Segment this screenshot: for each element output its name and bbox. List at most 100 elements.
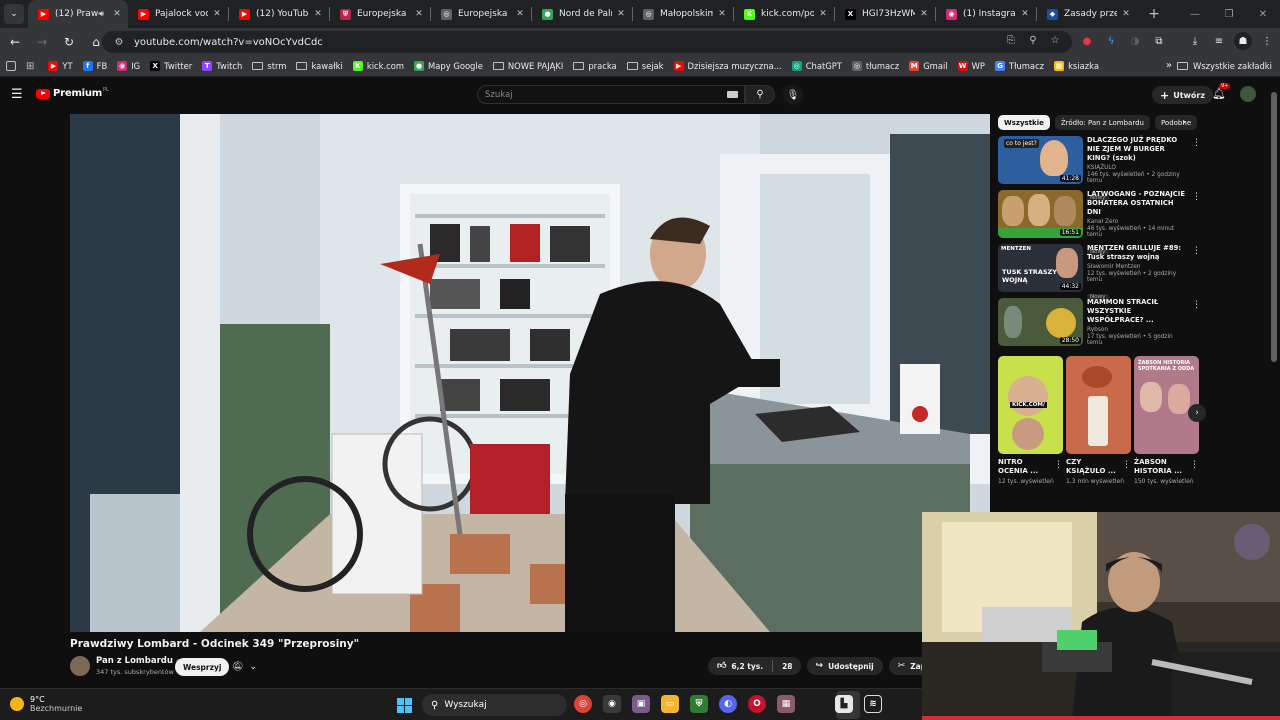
notifications-button[interactable]: 🔔︎ 9+ bbox=[1212, 83, 1231, 100]
video-player[interactable] bbox=[70, 114, 990, 632]
reload-button[interactable]: ↻ bbox=[57, 30, 81, 54]
video-channel[interactable]: KSIĄŻULO bbox=[1087, 165, 1187, 171]
tab-audio-icon[interactable]: 🔊︎ bbox=[99, 9, 104, 19]
address-bar[interactable]: ⚙ youtube.com/watch?v=voNOcYvdCdc ⎘ ⚲ ☆ bbox=[102, 31, 1072, 53]
video-channel[interactable]: Rybson bbox=[1087, 327, 1187, 333]
recommended-video[interactable]: co to jest? 41:28 DLACZEGO JUŻ PRĘDKO NIE … bbox=[998, 136, 1201, 201]
filter-chip[interactable]: Wszystkie bbox=[998, 115, 1050, 130]
bookmark-item[interactable]: Kkick.com bbox=[352, 61, 404, 71]
browser-tab[interactable]: Kkick.com/popo ✕ bbox=[734, 0, 834, 28]
close-window-icon[interactable]: ✕ bbox=[1246, 9, 1280, 20]
install-app-icon[interactable]: ⎘ bbox=[1004, 35, 1018, 46]
bookmark-item[interactable]: ● Mapy Google bbox=[414, 61, 483, 71]
bookmark-item[interactable]: M Gmail bbox=[909, 61, 948, 71]
video-channel[interactable]: Kanał Zero bbox=[1087, 219, 1187, 225]
page-scrollbar[interactable] bbox=[1271, 92, 1277, 362]
short-thumbnail[interactable]: KICK.COM/ bbox=[998, 356, 1063, 454]
extensions-puzzle-icon[interactable]: ⧉ bbox=[1150, 32, 1168, 50]
more-actions-icon[interactable]: ⋮ bbox=[1054, 460, 1063, 470]
shorts-next-button[interactable]: › bbox=[1188, 404, 1206, 422]
apps-grid-icon[interactable]: ⊞ bbox=[26, 61, 34, 72]
tab-close-icon[interactable]: ✕ bbox=[1020, 9, 1030, 19]
bookmark-item[interactable]: ◎ tłumacz bbox=[851, 61, 899, 71]
more-actions-icon[interactable]: ⋮ bbox=[1192, 300, 1201, 310]
bookmark-item[interactable]: X Twitter bbox=[150, 61, 192, 71]
short-title[interactable]: ŻABSON HISTORIA ... bbox=[1134, 458, 1188, 476]
subscribed-notifications-button[interactable]: 🔕︎ ⌄ bbox=[226, 659, 263, 675]
browser-tab[interactable]: ▶ Pajalock vod z ✕ bbox=[128, 0, 228, 28]
browser-tab[interactable]: ◎ Europejska Kar ✕ bbox=[431, 0, 531, 28]
video-thumbnail[interactable]: 28:50 bbox=[998, 298, 1083, 346]
bookmark-item[interactable]: ▦ ksiazka bbox=[1054, 61, 1099, 71]
minimize-icon[interactable]: — bbox=[1178, 9, 1212, 20]
new-tab-button[interactable]: + bbox=[1143, 6, 1165, 22]
bookmark-item[interactable]: kawałki bbox=[296, 61, 343, 71]
browser-tab[interactable]: ⛨ Europejska Kar ✕ bbox=[330, 0, 430, 28]
tab-close-icon[interactable]: ✕ bbox=[717, 9, 727, 19]
video-thumbnail[interactable]: co to jest? 41:28 bbox=[998, 136, 1083, 184]
bookmark-item[interactable]: sejak bbox=[626, 61, 664, 71]
channel-avatar[interactable] bbox=[70, 656, 90, 676]
tab-close-icon[interactable]: ✕ bbox=[112, 9, 122, 19]
more-actions-icon[interactable]: ⋮ bbox=[1192, 246, 1201, 256]
profile-avatar-icon[interactable]: ☗ bbox=[1234, 32, 1252, 50]
windows-start-icon[interactable] bbox=[397, 698, 412, 713]
short-thumbnail[interactable]: ŻABSON HISTORIA SPOTKANIA Z ODDA bbox=[1134, 356, 1199, 454]
more-actions-icon[interactable]: ⋮ bbox=[1192, 192, 1201, 202]
discord-icon[interactable]: ◐ bbox=[719, 695, 737, 713]
site-info-icon[interactable]: ⚙ bbox=[110, 37, 128, 48]
browser-tab[interactable]: ◉ (1) Instagram ✕ bbox=[936, 0, 1036, 28]
extension-circle-icon[interactable]: ◑ bbox=[1126, 32, 1144, 50]
tab-close-icon[interactable]: ✕ bbox=[818, 9, 828, 19]
browser-tab[interactable]: X HGI73HzWMA ✕ bbox=[835, 0, 935, 28]
download-icon[interactable]: ⤓ bbox=[1186, 32, 1204, 50]
tab-search-menu-icon[interactable]: ⌄ bbox=[4, 4, 24, 24]
video-title[interactable]: MENTZEN GRILLUJE #89: Tusk straszy wojną bbox=[1087, 244, 1187, 262]
bookmark-item[interactable]: G Tłumacz bbox=[994, 61, 1044, 71]
tab-close-icon[interactable]: ✕ bbox=[414, 9, 424, 19]
youtube-premium-logo[interactable]: Premium PL bbox=[36, 87, 109, 99]
tab-close-icon[interactable]: ✕ bbox=[616, 9, 626, 19]
bookmark-item[interactable]: ◉ IG bbox=[117, 61, 140, 71]
filter-chip[interactable]: Podobne bbox=[1154, 115, 1198, 130]
brave-icon[interactable]: ⛨ bbox=[690, 695, 708, 713]
opera-icon[interactable]: O bbox=[748, 695, 766, 713]
bookmark-item[interactable]: ▶ YT bbox=[48, 61, 73, 71]
bookmark-item[interactable]: T Twitch bbox=[202, 61, 242, 71]
tab-groups-icon[interactable] bbox=[6, 61, 16, 71]
search-button[interactable]: ⚲ bbox=[745, 85, 775, 104]
browser-tab[interactable]: ▶ (12) Prawd🔊︎ ✕ bbox=[28, 0, 128, 28]
filter-chip[interactable]: Źródło: Pan z Lombardu bbox=[1054, 115, 1150, 130]
bookmark-item[interactable]: NOWE PAJĄKI bbox=[492, 61, 563, 71]
browser-tab[interactable]: ● Nord de Palm ✕ bbox=[532, 0, 632, 28]
video-title[interactable]: DLACZEGO JUŻ PRĘDKO NIE ZJEM W BURGER KI… bbox=[1087, 136, 1187, 163]
notes-app-icon[interactable]: ▙ bbox=[835, 695, 853, 713]
browser-tab[interactable]: ▶ (12) YouTube ✕ bbox=[229, 0, 329, 28]
video-title[interactable]: LATWOGANG - POZNAJCIE BOHATERA OSTATNICH… bbox=[1087, 190, 1187, 217]
tab-close-icon[interactable]: ✕ bbox=[515, 9, 525, 19]
short-item[interactable]: CZY KSIĄŻULO ... 1,3 mln wyświetleń ⋮ bbox=[1066, 356, 1131, 486]
create-button[interactable]: + Utwórz bbox=[1152, 86, 1214, 104]
video-channel[interactable]: Sławomir Mentzen bbox=[1087, 264, 1187, 270]
video-thumbnail[interactable]: 16:51 bbox=[998, 190, 1083, 238]
taskbar-search[interactable]: ⚲ Wyszukaj bbox=[422, 694, 567, 716]
bookmark-item[interactable]: W WP bbox=[957, 61, 985, 71]
channel-name[interactable]: Pan z Lombardu bbox=[96, 656, 173, 666]
tab-close-icon[interactable]: ✕ bbox=[1121, 9, 1131, 19]
more-actions-icon[interactable]: ⋮ bbox=[1122, 460, 1131, 470]
bookmark-item[interactable]: ▶ Dzisiejsza muzyczna... bbox=[673, 61, 782, 71]
hamburger-menu-icon[interactable]: ☰ bbox=[11, 87, 23, 102]
reading-list-icon[interactable]: ≡ bbox=[1210, 32, 1228, 50]
app-avatar-icon[interactable]: ▣ bbox=[632, 695, 650, 713]
record-extension-icon[interactable]: ● bbox=[1078, 32, 1096, 50]
file-explorer-icon[interactable]: ▭ bbox=[661, 695, 679, 713]
bookmark-item[interactable]: f FB bbox=[82, 61, 107, 71]
all-bookmarks-button[interactable]: Wszystkie zakładki bbox=[1176, 61, 1272, 71]
recommended-video[interactable]: MENTZEN TUSK STRASZY WOJNĄ 44:32 MENTZEN GR… bbox=[998, 244, 1201, 300]
tab-close-icon[interactable]: ✕ bbox=[919, 9, 929, 19]
browser-tab[interactable]: ◎ Małopolskim C ✕ bbox=[633, 0, 733, 28]
short-item[interactable]: KICK.COM/NITRO OCENIA ... 12 tys. wyświet… bbox=[998, 356, 1063, 486]
bookmark-item[interactable]: ◎ ChatGPT bbox=[791, 61, 842, 71]
voice-search-button[interactable]: 🎙 bbox=[783, 85, 803, 105]
more-actions-icon[interactable]: ⋮ bbox=[1192, 138, 1201, 148]
